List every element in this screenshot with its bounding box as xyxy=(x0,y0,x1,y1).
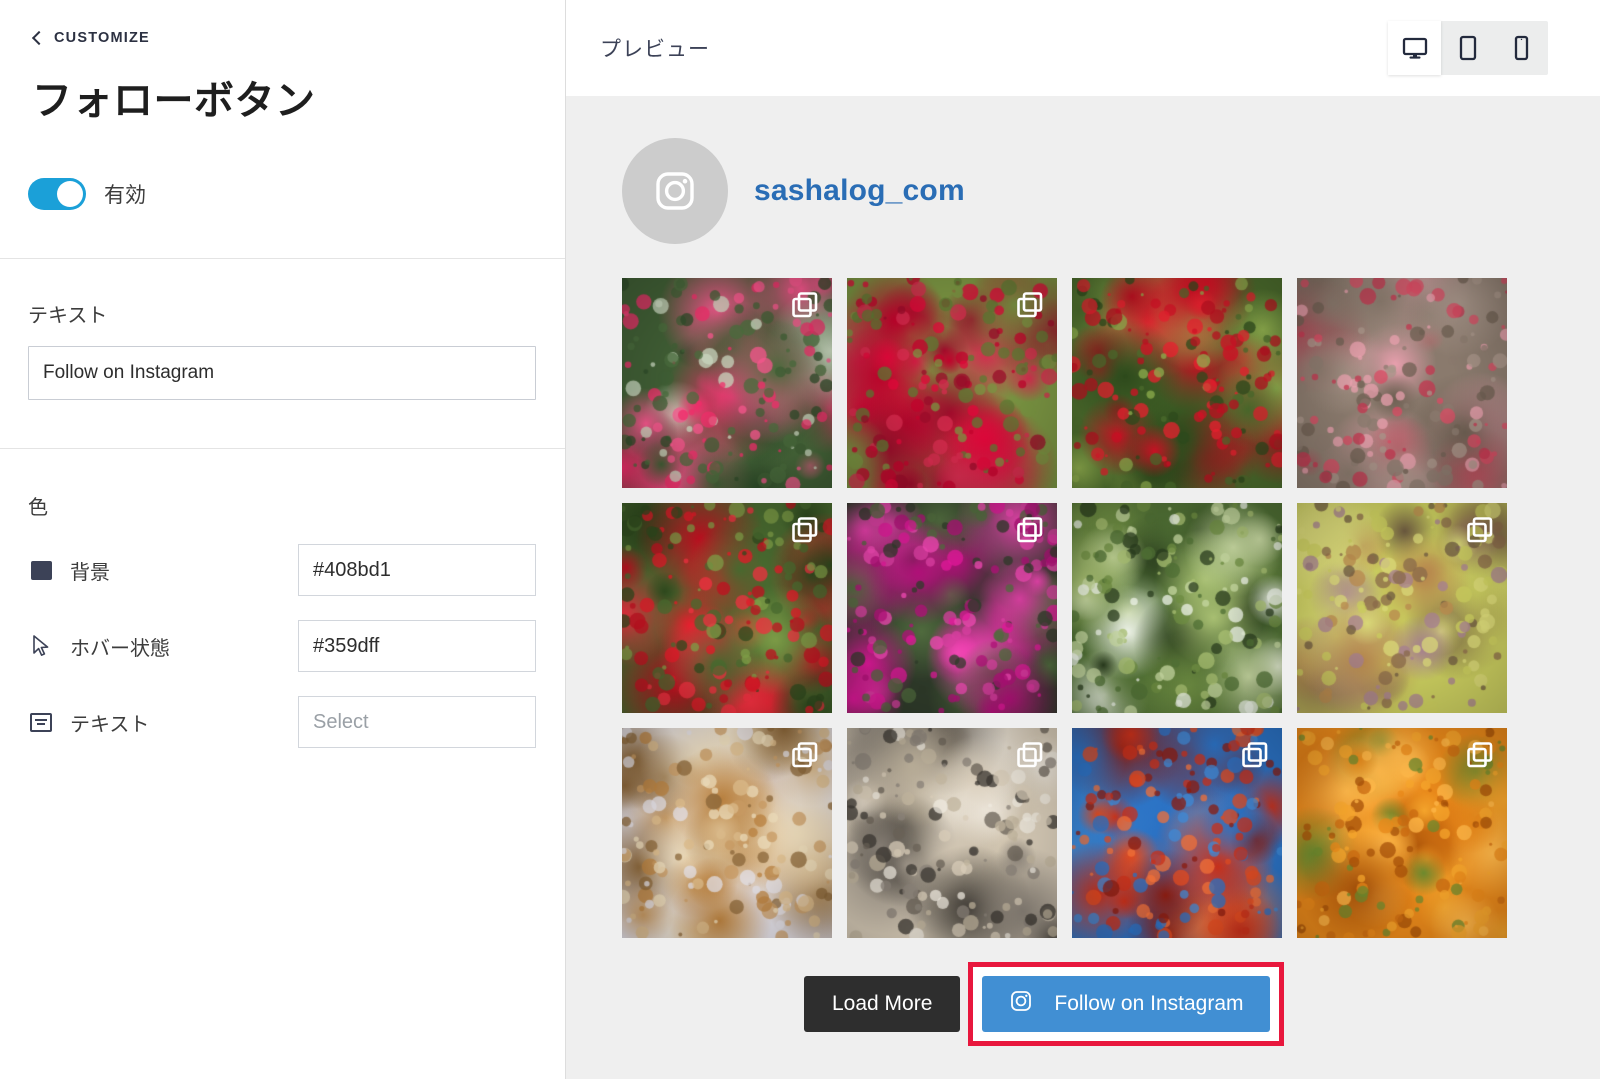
photo-grid-item[interactable] xyxy=(847,503,1057,713)
breadcrumb-label: CUSTOMIZE xyxy=(54,30,150,46)
instagram-icon xyxy=(1008,988,1034,1020)
carousel-icon xyxy=(1016,291,1044,324)
color-control-background xyxy=(298,544,650,596)
text-setting-block: テキスト xyxy=(0,259,565,400)
carousel-icon xyxy=(791,291,819,324)
page-title: フォローボタン xyxy=(32,79,316,123)
color-label-background: 背景 xyxy=(70,561,110,584)
carousel-icon xyxy=(1466,741,1494,774)
carousel-icon xyxy=(1016,516,1044,549)
photo-thumbnail xyxy=(1072,503,1282,713)
avatar xyxy=(622,138,728,244)
color-settings-block: 色 背景 ホバー状態 xyxy=(0,449,650,748)
toggle-knob xyxy=(57,181,83,207)
customizer-app: CUSTOMIZE フォローボタン 有効 テキスト 色 背景 xyxy=(0,0,1600,1079)
carousel-icon xyxy=(1016,741,1044,774)
color-row-text: テキスト xyxy=(28,696,650,748)
photo-grid-item[interactable] xyxy=(847,278,1057,488)
color-input-background[interactable] xyxy=(299,545,592,595)
color-label-hover: ホバー状態 xyxy=(70,637,170,660)
photo-grid-item[interactable] xyxy=(622,728,832,938)
color-section-heading: 色 xyxy=(28,497,48,519)
carousel-icon xyxy=(791,516,819,549)
preview-panel: プレビュー sashalog_com Load More Follow on I… xyxy=(566,0,1600,1079)
photo-grid xyxy=(566,278,1600,938)
color-row-hover: ホバー状態 xyxy=(28,620,650,672)
color-input-text[interactable] xyxy=(299,697,592,747)
customizer-sidebar: CUSTOMIZE フォローボタン 有効 テキスト 色 背景 xyxy=(0,0,650,1079)
photo-grid-item[interactable] xyxy=(1297,278,1507,488)
photo-grid-item[interactable] xyxy=(1297,503,1507,713)
follow-on-instagram-button[interactable]: Follow on Instagram xyxy=(982,976,1270,1032)
load-more-button[interactable]: Load More xyxy=(804,976,961,1032)
tablet-icon xyxy=(1459,35,1477,61)
follow-button-label: Follow on Instagram xyxy=(1054,992,1244,1015)
photo-grid-item[interactable] xyxy=(1072,278,1282,488)
instagram-feed-preview: sashalog_com Load More Follow on Instagr… xyxy=(566,96,1600,1079)
profile-username[interactable]: sashalog_com xyxy=(754,174,965,208)
button-text-input[interactable] xyxy=(28,346,536,400)
photo-thumbnail xyxy=(1072,278,1282,488)
color-control-text xyxy=(298,696,650,748)
photo-grid-item[interactable] xyxy=(1072,728,1282,938)
enable-toggle-row: 有効 xyxy=(0,126,565,210)
color-control-hover xyxy=(298,620,650,672)
feed-actions: Load More Follow on Instagram xyxy=(566,962,1600,1046)
text-lines-icon xyxy=(28,712,54,732)
device-button-desktop[interactable] xyxy=(1388,21,1442,75)
enable-toggle-label: 有効 xyxy=(104,184,146,207)
photo-thumbnail xyxy=(1297,278,1507,488)
filled-square-icon xyxy=(28,560,54,580)
text-setting-label: テキスト xyxy=(28,305,108,327)
photo-grid-item[interactable] xyxy=(622,278,832,488)
mobile-icon xyxy=(1514,35,1528,61)
carousel-icon xyxy=(791,741,819,774)
desktop-icon xyxy=(1402,37,1427,59)
follow-button-highlight: Follow on Instagram xyxy=(968,962,1284,1046)
photo-grid-item[interactable] xyxy=(1297,728,1507,938)
device-button-mobile[interactable] xyxy=(1495,21,1548,75)
profile-header: sashalog_com xyxy=(566,138,1600,244)
instagram-icon xyxy=(656,172,694,210)
color-label-text: テキスト xyxy=(70,713,150,736)
preview-label: プレビュー xyxy=(600,38,710,61)
device-button-tablet[interactable] xyxy=(1441,21,1494,75)
photo-grid-item[interactable] xyxy=(622,503,832,713)
photo-grid-item[interactable] xyxy=(1072,503,1282,713)
photo-grid-item[interactable] xyxy=(847,728,1057,938)
chevron-left-icon xyxy=(31,30,47,45)
breadcrumb-back[interactable]: CUSTOMIZE xyxy=(0,0,565,46)
color-input-hover[interactable] xyxy=(299,621,592,671)
preview-toolbar: プレビュー xyxy=(566,0,1600,96)
carousel-icon xyxy=(1241,741,1269,774)
device-toggle-group xyxy=(1388,21,1548,75)
color-row-background: 背景 xyxy=(28,544,650,596)
enable-toggle[interactable] xyxy=(28,178,86,210)
cursor-arrow-icon xyxy=(28,634,54,658)
carousel-icon xyxy=(1466,516,1494,549)
